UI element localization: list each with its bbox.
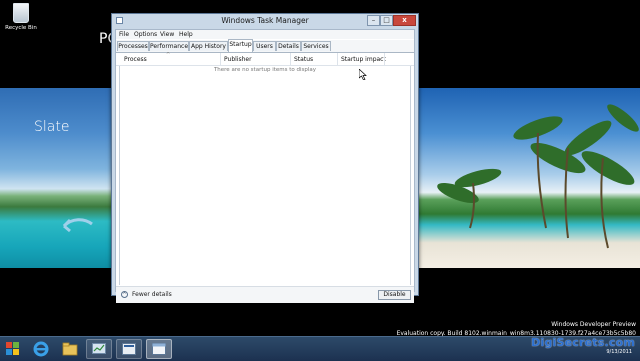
column-startup-impact[interactable]: Startup impact [341,56,386,63]
column-divider[interactable] [220,53,221,65]
tab-users[interactable]: Users [253,41,276,51]
menu-help[interactable]: Help [179,31,193,38]
app-icon [122,343,136,355]
window-icon [152,343,166,355]
window-client-area: File Options View Help Processes Perform… [115,29,415,303]
fewer-details-link[interactable]: Fewer details [132,291,172,298]
column-status[interactable]: Status [294,56,313,63]
column-header: ^ Process Publisher Status Startup impac… [116,52,414,66]
build-watermark-title: Windows Developer Preview [551,321,636,328]
internet-explorer-button[interactable] [31,340,51,358]
internet-explorer-icon [33,341,49,357]
menu-file[interactable]: File [119,31,129,38]
chevron-up-icon[interactable]: ^ [121,291,128,298]
column-divider[interactable] [337,53,338,65]
recycle-bin-label: Recycle Bin [5,25,37,31]
slate-background-left: Slate [0,88,112,268]
empty-list-message: There are no startup items to display [213,67,317,73]
tab-bar: Processes Performance App History Startu… [116,39,414,53]
file-explorer-icon [62,342,78,356]
palm-trees-icon [437,104,639,249]
column-publisher[interactable]: Publisher [224,56,252,63]
tab-performance[interactable]: Performance [149,41,189,51]
disable-button[interactable]: Disable [378,290,411,300]
column-divider[interactable] [384,53,385,65]
minimize-button[interactable]: – [367,15,380,26]
title-bar[interactable]: Windows Task Manager – □ x [112,14,418,28]
taskbar-date[interactable]: 9/13/2011 [606,349,632,355]
tab-processes[interactable]: Processes [117,41,149,51]
file-explorer-button[interactable] [60,340,80,358]
mouse-cursor-icon [359,69,367,80]
tab-app-history[interactable]: App History [189,41,228,51]
taskbar-app-program[interactable] [116,339,142,359]
maximize-button[interactable]: □ [380,15,393,26]
menu-view[interactable]: View [160,31,174,38]
recycle-bin-icon [13,3,29,23]
tab-startup[interactable]: Startup [228,39,253,52]
close-button[interactable]: x [393,15,416,26]
menu-bar: File Options View Help [116,30,414,39]
window-footer: ^ Fewer details Disable [116,286,414,303]
recycle-bin[interactable]: Recycle Bin [4,3,38,31]
sort-indicator-icon: ^ [166,52,171,58]
column-process[interactable]: Process [124,56,147,63]
tab-details[interactable]: Details [276,41,301,51]
menu-options[interactable]: Options [134,31,157,38]
task-manager-window: Windows Task Manager – □ x File Options … [111,13,419,303]
tab-services[interactable]: Services [301,41,331,51]
start-icon [6,342,19,355]
taskbar-app-task-manager[interactable] [86,339,112,359]
taskbar-app-window[interactable] [146,339,172,359]
task-manager-icon [92,343,106,354]
column-divider[interactable] [290,53,291,65]
slate-title: Slate [34,119,70,135]
brand-watermark: DigiSecrets.com [531,336,635,349]
slate-arrow-icon [62,218,93,233]
start-button[interactable] [3,340,23,358]
beach-background-right [418,88,640,268]
startup-items-list[interactable] [119,66,411,285]
